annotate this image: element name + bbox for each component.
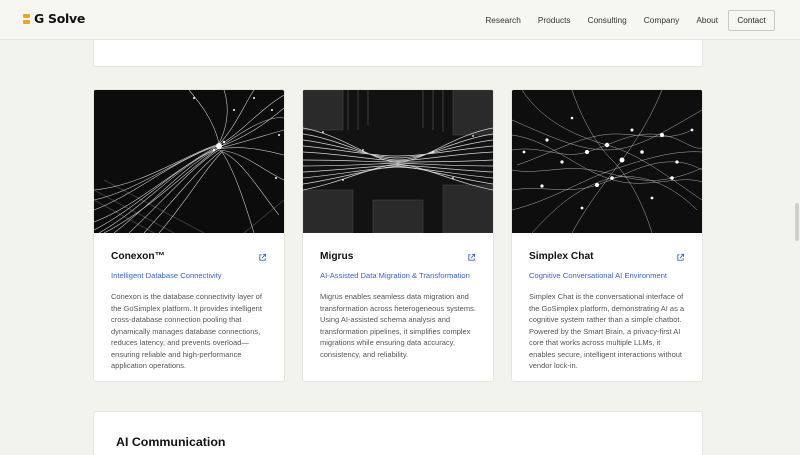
product-subtitle: Intelligent Database Connectivity: [111, 271, 222, 280]
product-card-migrus[interactable]: Migrus AI-Assisted Data Migration & Tran…: [302, 89, 494, 382]
section-title: AI Communication: [116, 435, 226, 449]
product-subtitle: AI-Assisted Data Migration & Transformat…: [320, 271, 470, 280]
brand-logo[interactable]: G Solve: [23, 11, 85, 26]
product-subtitle: Cognitive Conversational AI Environment: [529, 271, 668, 280]
ai-communication-section: AI Communication: [93, 411, 703, 455]
external-link-icon[interactable]: [258, 253, 267, 262]
previous-section-card: [93, 40, 703, 67]
nav-link-company[interactable]: Company: [644, 15, 680, 25]
scrollbar-thumb[interactable]: [795, 203, 799, 241]
external-link-icon[interactable]: [467, 253, 476, 262]
product-card-conexon[interactable]: Conexon™ Intelligent Database Connectivi…: [93, 89, 285, 382]
product-description: Conexon is the database connectivity lay…: [111, 292, 262, 370]
product-image-migrus: [303, 90, 493, 233]
product-description: Migrus enables seamless data migration a…: [320, 292, 476, 359]
nav-link-products[interactable]: Products: [538, 15, 571, 25]
product-title: Conexon™: [111, 251, 165, 262]
top-navigation-bar: G Solve Research Products Consulting Com…: [0, 0, 800, 40]
neural-network-illustration: [512, 90, 702, 233]
product-description: Simplex Chat is the conversational inter…: [529, 292, 685, 370]
fiber-bundle-illustration: [94, 90, 284, 233]
nav-link-consulting[interactable]: Consulting: [588, 15, 627, 25]
external-link-icon[interactable]: [676, 253, 685, 262]
data-streams-illustration: [303, 90, 493, 233]
nav-link-research[interactable]: Research: [485, 15, 521, 25]
product-image-conexon: [94, 90, 284, 233]
nav-link-about[interactable]: About: [696, 15, 718, 25]
logo-mark-icon: [23, 13, 30, 25]
product-card-simplex-chat[interactable]: Simplex Chat Cognitive Conversational AI…: [511, 89, 703, 382]
product-title: Migrus: [320, 251, 354, 262]
contact-button[interactable]: Contact: [728, 9, 775, 31]
logo-text: G Solve: [34, 11, 86, 26]
product-image-simplex-chat: [512, 90, 702, 233]
main-nav: Research Products Consulting Company Abo…: [485, 0, 800, 40]
product-title: Simplex Chat: [529, 251, 594, 262]
